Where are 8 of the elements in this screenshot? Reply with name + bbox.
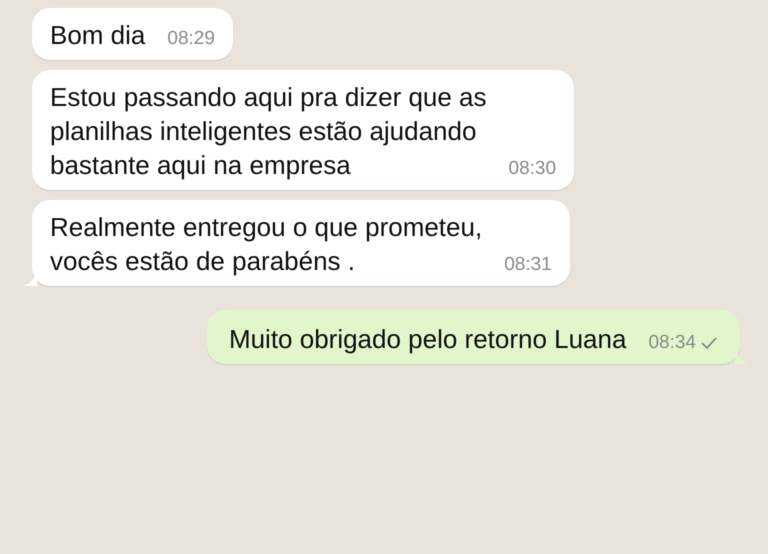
message-text: Realmente entregou o que prometeu, vocês estão de parabéns . xyxy=(50,211,482,278)
message-text: Estou passando aqui pra dizer que as planilhas inteligentes estão ajudando bastante aqui na empresa xyxy=(50,81,487,182)
message-time: 08:31 xyxy=(504,254,552,276)
message-time: 08:34 xyxy=(648,332,696,354)
message-text: Bom dia xyxy=(50,19,146,52)
message-time: 08:30 xyxy=(508,158,556,180)
message-time: 08:29 xyxy=(167,28,215,50)
message-text: Muito obrigado pelo retorno Luana xyxy=(228,323,626,356)
